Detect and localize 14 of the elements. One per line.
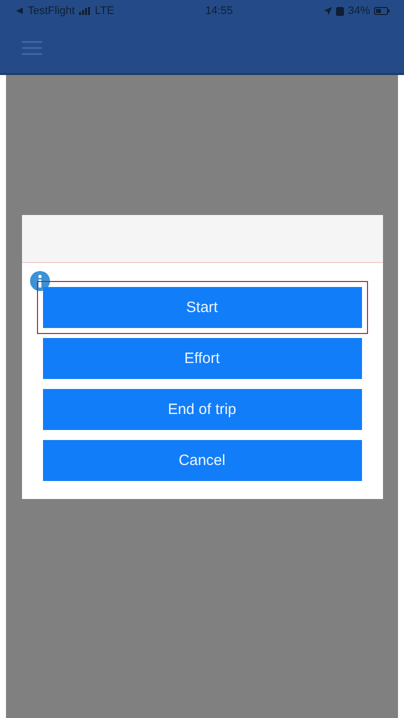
- battery-percent: 34%: [348, 5, 370, 17]
- location-icon: [324, 7, 332, 15]
- clock: 14:55: [205, 5, 233, 17]
- info-icon: [30, 271, 50, 291]
- signal-icon: [78, 7, 91, 15]
- dialog-button[interactable]: Effort: [42, 338, 362, 379]
- back-app-label[interactable]: ◄ TestFlight: [14, 5, 75, 17]
- menu-icon[interactable]: [22, 40, 42, 56]
- battery-icon: [374, 7, 390, 15]
- dialog-button[interactable]: Cancel: [42, 440, 362, 481]
- dialog-button[interactable]: End of trip: [42, 389, 362, 430]
- network-label: LTE: [94, 5, 114, 17]
- alarm-icon: [336, 6, 344, 16]
- dialog-button[interactable]: Start: [42, 287, 362, 328]
